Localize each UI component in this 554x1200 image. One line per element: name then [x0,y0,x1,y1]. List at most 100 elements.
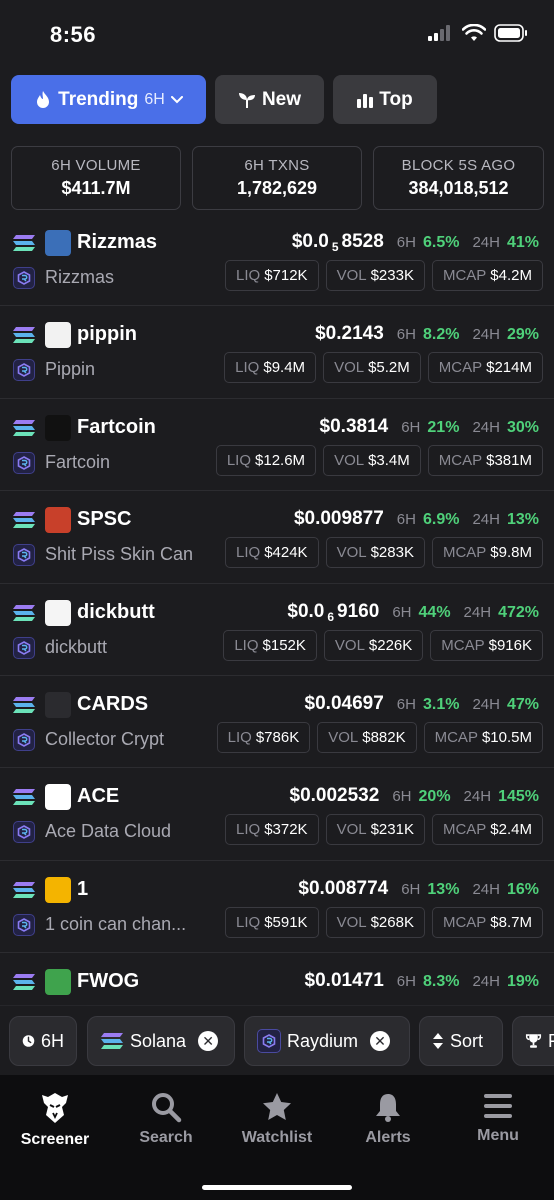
volume-value: $226K [368,636,413,654]
token-row[interactable]: dickbutt dickbutt $0.0 6 9160 6H 44% 24H 472% LIQ… [0,584,554,676]
price-digits: 9160 [337,600,380,622]
stat-txns-label: 6H TXNS [244,157,310,174]
token-list[interactable]: Rizzmas Rizzmas $0.0 5 8528 6H 6.5% 24H 41% LIQ $7… [0,214,554,1001]
volume-value: $5.2M [368,359,410,377]
token-row[interactable]: FWOG $0.01471 6H 8.3% 24H 19% [0,953,554,1001]
token-logo-icon [45,876,71,903]
volume-metric: VOL $231K [325,814,425,846]
filter-chain-solana[interactable]: Solana ✕ [87,1016,235,1066]
token-price: $0.0 5 8528 [292,231,384,254]
status-bar: 8:56 [0,0,554,70]
volume-metric: VOL $882K [317,721,417,753]
filter-rank-label: F [548,1031,554,1052]
price-prefix: $0.009877 [293,508,384,530]
nav-screener[interactable]: Screener [0,1091,110,1149]
change-6h: 13% [427,880,460,898]
token-row[interactable]: Rizzmas Rizzmas $0.0 5 8528 6H 6.5% 24H 41% LIQ $7… [0,214,554,307]
remove-chain-filter-icon[interactable]: ✕ [198,1031,219,1051]
sort-label: Sort [450,1030,484,1051]
liquidity-label: LIQ [234,636,259,654]
timeframe-24h-label: 24H [472,511,500,529]
nav-alerts[interactable]: Alerts [333,1091,443,1147]
liquidity-value: $786K [255,728,300,746]
token-symbol: FWOG [77,970,140,993]
filter-timeframe-label: 6H [40,1030,64,1051]
price-prefix: $0.3814 [319,415,389,437]
price-zero-count: 6 [327,609,335,624]
solana-icon [12,419,36,442]
token-price: $0.3814 [320,416,389,438]
raydium-icon [13,913,35,936]
token-logo-icon [45,691,71,718]
nav-search[interactable]: Search [111,1091,221,1147]
token-logo-icon [45,414,71,441]
volume-value: $283K [370,544,414,562]
remove-dex-filter-icon[interactable]: ✕ [370,1031,391,1051]
liquidity-value: $152K [262,636,306,654]
raydium-icon [13,451,35,474]
sort-button[interactable]: Sort [419,1016,503,1066]
token-logo-icon [45,230,71,256]
price-prefix: $0.0 [291,231,329,252]
mcap-metric: MCAP $8.7M [431,906,543,938]
battery-icon [494,24,527,42]
price-prefix: $0.04697 [304,692,384,714]
token-row[interactable]: SPSC Shit Piss Skin Can $0.009877 6H 6.9% 24H… [0,491,554,584]
timeframe-24h-label: 24H [463,603,492,621]
raydium-icon [13,821,35,844]
volume-metric: VOL $5.2M [323,352,421,384]
liquidity-metric: LIQ $786K [216,721,311,753]
mcap-label: MCAP [438,359,483,377]
raydium-icon [13,728,35,751]
token-logo-icon [45,969,71,996]
change-6h: 8.3% [422,973,460,991]
token-symbol: Rizzmas [77,231,158,253]
token-row[interactable]: Fartcoin Fartcoin $0.3814 6H 21% 24H 30% LIQ $12… [0,399,554,492]
timeframe-6h-label: 6H [401,418,421,436]
raydium-icon [13,636,35,659]
mcap-metric: MCAP $9.8M [431,537,543,569]
nav-watchlist[interactable]: Watchlist [222,1091,332,1147]
price-prefix: $0.002532 [289,785,380,807]
tab-top[interactable]: Top [333,75,437,124]
token-symbol: 1 [77,877,89,900]
stat-block-label: BLOCK 5S AGO [401,157,516,174]
volume-metric: VOL $3.4M [323,444,421,476]
mcap-metric: MCAP $916K [430,629,543,661]
token-logo-icon [45,322,71,349]
token-row[interactable]: 1 1 coin can chan... $0.008774 6H 13% 24H 16% L… [0,861,554,954]
timeframe-24h-label: 24H [472,326,500,344]
price-prefix: $0.008774 [298,877,389,899]
mcap-metric: MCAP $4.2M [431,260,543,291]
token-logo-icon [45,507,71,534]
mcap-metric: MCAP $381M [427,444,543,476]
token-row[interactable]: pippin Pippin $0.2143 6H 8.2% 24H 29% LIQ $9.4M V… [0,306,554,399]
stat-volume: 6H VOLUME $411.7M [11,146,181,210]
volume-metric: VOL $268K [325,906,425,938]
volume-label: VOL [334,359,365,377]
liquidity-value: $372K [264,821,308,839]
token-name: Fartcoin [45,451,111,472]
token-row[interactable]: ACE Ace Data Cloud $0.002532 6H 20% 24H 145% LI… [0,768,554,861]
token-row[interactable]: CARDS Collector Crypt $0.04697 6H 3.1% 24H 47%… [0,676,554,769]
liquidity-label: LIQ [235,359,260,377]
stat-volume-value: $411.7M [61,178,131,198]
nav-menu[interactable]: Menu [443,1091,553,1145]
liquidity-metric: LIQ $152K [223,629,317,661]
filter-rank[interactable]: F [512,1016,554,1066]
liquidity-label: LIQ [226,451,252,469]
filter-timeframe[interactable]: 6H [9,1016,77,1066]
search-icon [152,1093,182,1123]
change-24h: 19% [506,973,539,991]
token-metrics: LIQ $152K VOL $226K MCAP $916K [223,629,543,661]
tab-new[interactable]: New [215,75,324,124]
token-pricing: $0.002532 6H 20% 24H 145% [290,785,540,807]
filter-dex-raydium[interactable]: Raydium ✕ [244,1016,410,1066]
token-symbol: SPSC [77,508,132,531]
change-6h: 44% [418,603,451,621]
sort-icon [433,1033,443,1049]
liquidity-label: LIQ [227,728,252,746]
liquidity-metric: LIQ $9.4M [224,352,317,384]
tab-trending[interactable]: Trending 6H [11,75,206,124]
timeframe-6h-label: 6H [401,880,421,898]
